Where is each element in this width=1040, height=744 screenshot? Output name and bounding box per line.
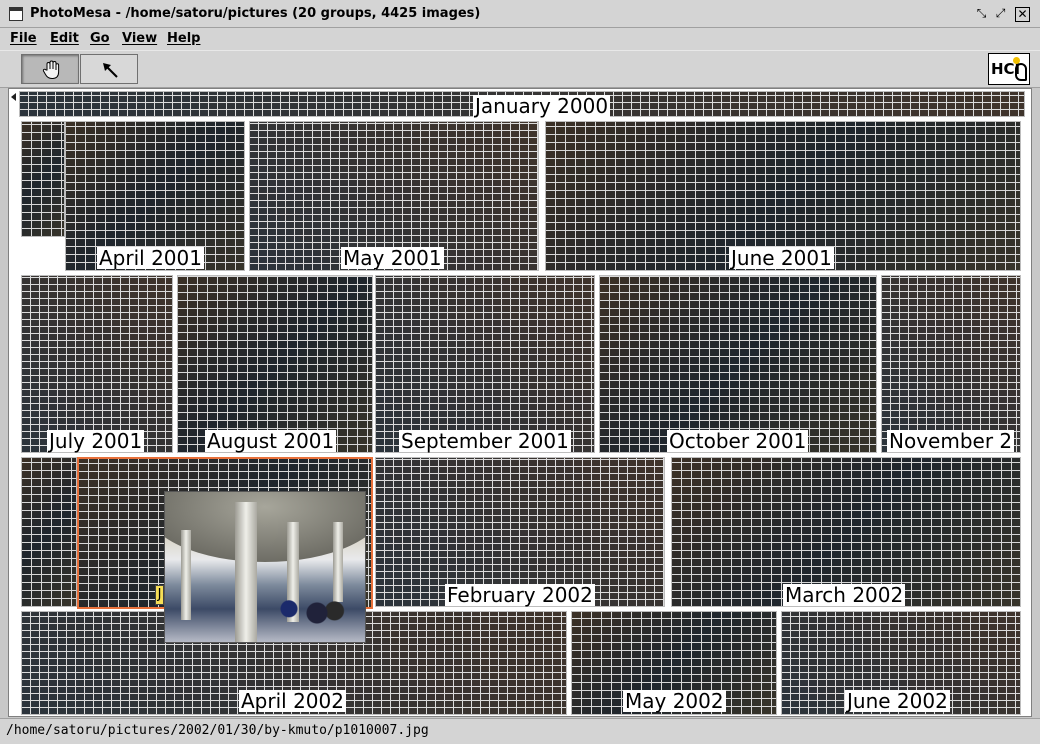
scroll-left-icon[interactable] [11,93,16,101]
preview-pillar [235,502,257,642]
menu-view[interactable]: View [122,31,157,46]
group-label: January 2000 [473,94,611,118]
preview-pillar [181,530,191,620]
preview-pillar [333,522,343,602]
arrow-pointer-icon [103,63,118,78]
status-path: /home/satoru/pictures/2002/01/30/by-kmut… [6,723,429,738]
photo-group-sep2001[interactable] [375,275,595,453]
group-label: August 2001 [205,429,337,453]
status-bar: /home/satoru/pictures/2002/01/30/by-kmut… [0,718,1040,744]
photo-preview[interactable] [164,491,366,643]
photo-group-dec2001[interactable] [21,457,77,607]
logo-head [1015,63,1027,81]
photo-canvas[interactable]: January 2000 April 2001 May 2001 June 20… [8,88,1032,717]
group-label: April 2002 [239,689,346,713]
menu-go[interactable]: Go [90,31,110,46]
group-label: July 2001 [47,429,145,453]
photo-group-aug2001[interactable] [177,275,373,453]
close-icon[interactable]: ✕ [1015,7,1030,22]
group-label: October 2001 [667,429,809,453]
group-label: March 2002 [783,583,906,607]
group-label: November 2 [887,429,1015,453]
pan-tool-button[interactable] [21,54,79,84]
title-bar: PhotoMesa - /home/satoru/pictures (20 gr… [0,0,1040,28]
group-label: June 2002 [845,689,950,713]
minimize-icon[interactable]: ⤡ [974,7,989,22]
group-label: May 2001 [341,246,444,270]
menu-help[interactable]: Help [167,31,200,46]
window-title: PhotoMesa - /home/satoru/pictures (20 gr… [30,6,481,21]
maximize-icon[interactable]: ⤢ [993,7,1008,22]
menu-file[interactable]: File [10,31,37,46]
app-window-icon[interactable] [9,7,23,21]
photo-group-oct2001[interactable] [599,275,877,453]
group-label: June 2001 [729,246,834,270]
menu-edit[interactable]: Edit [50,31,79,46]
toolbar: HCI [0,50,1040,88]
photo-group-jul2001[interactable] [21,275,173,453]
select-tool-button[interactable] [80,54,138,84]
preview-group-tag: J [155,585,164,605]
photo-group-mar2001[interactable] [21,121,65,237]
menu-bar: File Edit Go View Help [0,28,1040,50]
preview-people [275,592,345,634]
hand-icon [42,60,60,80]
group-label: February 2002 [445,583,595,607]
group-label: September 2001 [399,429,571,453]
hcil-logo: HCI [988,53,1030,85]
group-label: May 2002 [623,689,726,713]
photo-group-nov2001[interactable] [881,275,1021,453]
group-label: April 2001 [97,246,204,270]
